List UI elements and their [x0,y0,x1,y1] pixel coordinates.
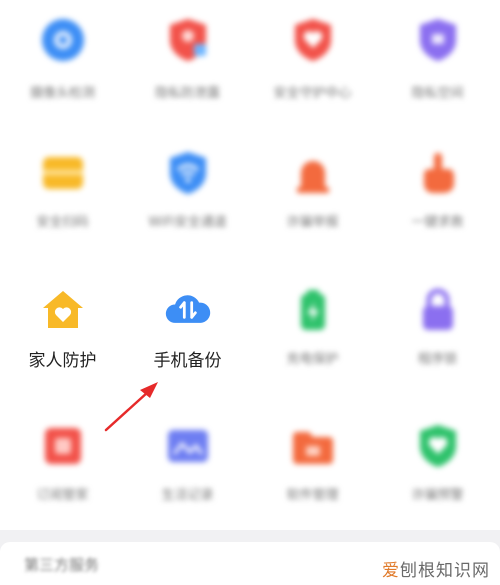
tile-life-record[interactable]: 生活记录 [125,408,250,528]
tile-label: 隐私防泄露 [154,86,220,101]
tile-scan-code[interactable]: 安全扫码 [0,135,125,255]
tile-label: 充电保护 [286,352,339,367]
tile-fraud-report[interactable]: 诈骗举报 [250,135,375,255]
section-title: 第三方服务 [24,556,100,574]
tile-app-lock[interactable]: 程序锁 [375,272,500,392]
tile-security-center[interactable]: 安全守护中心 [250,0,375,120]
tile-label: 安全守护中心 [273,86,352,101]
tile-family-protect[interactable]: 家人防护 [0,272,125,392]
life-record-icon [164,422,212,470]
charge-protect-icon [289,286,337,334]
tile-privacy-leak[interactable]: 隐私防泄露 [125,0,250,120]
tile-label: 隐私空间 [411,86,464,101]
privacy-space-icon [414,16,462,64]
cloud-backup-icon [164,286,212,334]
tile-label: 诈骗预警 [411,488,464,503]
tile-label: 软件管理 [286,488,339,503]
fraud-warning-icon [414,422,462,470]
software-manage-icon [289,422,337,470]
feature-grid: 摄像头检测 隐私防泄露 安全守护中心 隐私空间 安全扫码 WiFi安全通道 诈骗… [0,0,500,530]
alarm-icon [289,149,337,197]
tile-label: 一键求救 [411,215,464,230]
camera-detect-icon [39,16,87,64]
family-home-icon [39,286,87,334]
tile-label: 诈骗举报 [286,215,339,230]
privacy-shield-icon [164,16,212,64]
tile-fraud-warning[interactable]: 诈骗预警 [375,408,500,528]
tile-phone-backup[interactable]: 手机备份 [125,272,250,392]
tile-label: 生活记录 [161,488,214,503]
scan-code-icon [39,149,87,197]
subscription-icon [39,422,87,470]
tile-label: 手机备份 [153,351,222,371]
watermark: 爱刨根知识网 [382,556,490,581]
tile-label: 家人防护 [28,351,97,371]
tile-subscription[interactable]: 订阅管家 [0,408,125,528]
watermark-part-2: 刨根知识网 [400,561,490,581]
tile-software-manage[interactable]: 软件管理 [250,408,375,528]
tile-label: 程序锁 [417,352,457,367]
tile-sos[interactable]: 一键求救 [375,135,500,255]
watermark-part-1: 爱 [382,561,400,581]
tile-label: 订阅管家 [36,488,89,503]
tile-privacy-space[interactable]: 隐私空间 [375,0,500,120]
app-lock-icon [414,286,462,334]
tile-label: 安全扫码 [36,215,89,230]
tile-charge-protect[interactable]: 充电保护 [250,272,375,392]
tile-camera-detect[interactable]: 摄像头检测 [0,0,125,120]
sos-hand-icon [414,149,462,197]
tile-label: WiFi安全通道 [148,215,227,230]
wifi-shield-icon [164,149,212,197]
tile-label: 摄像头检测 [29,86,95,101]
shield-heart-icon [289,16,337,64]
tile-wifi-channel[interactable]: WiFi安全通道 [125,135,250,255]
